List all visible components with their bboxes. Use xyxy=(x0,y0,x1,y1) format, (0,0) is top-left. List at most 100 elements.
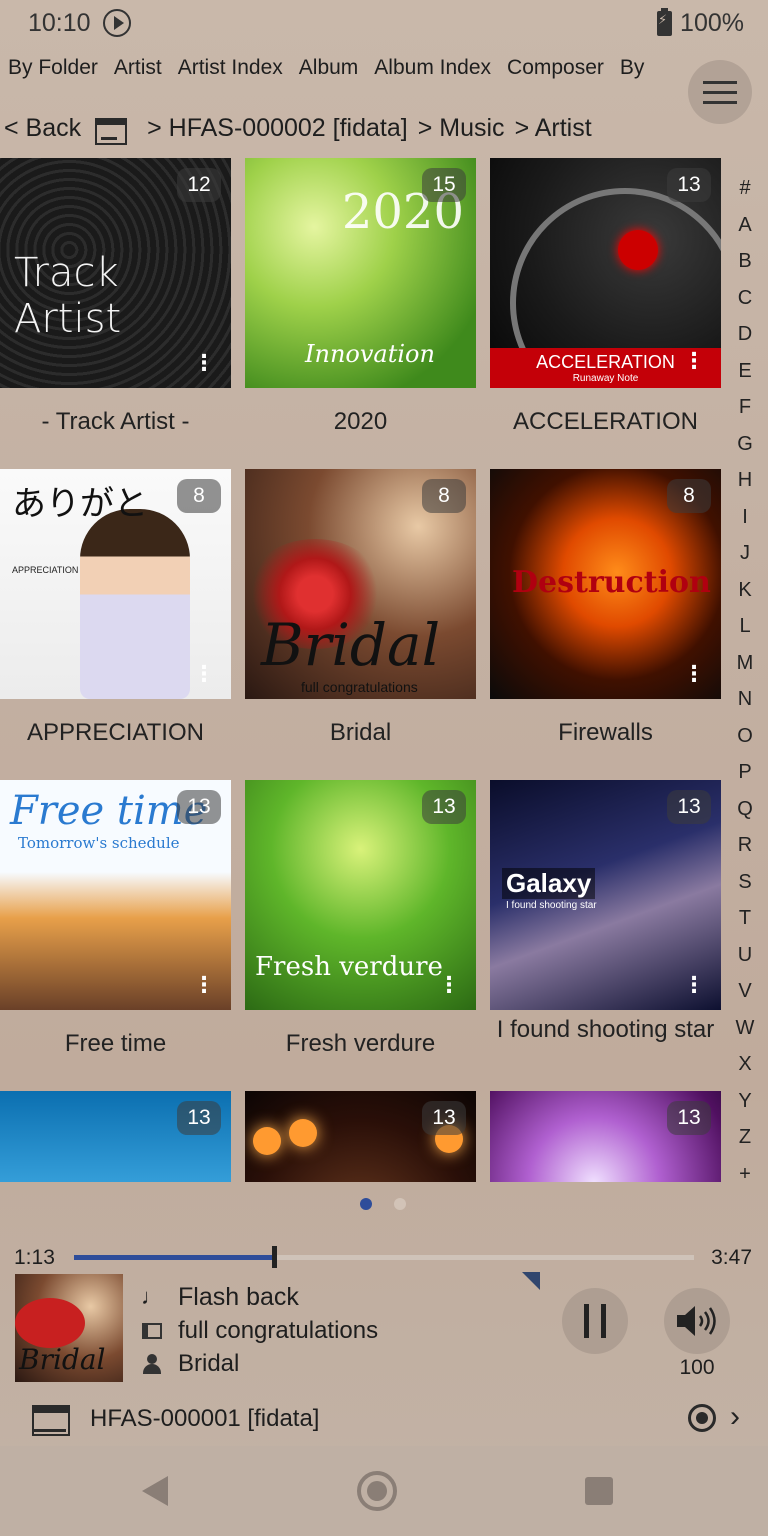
grid-item[interactable]: 13 xyxy=(245,1091,476,1182)
index-letter[interactable]: N xyxy=(738,681,752,718)
more-options-icon[interactable]: ⋮ xyxy=(193,663,215,685)
grid-item[interactable]: 2020 Innovation 15 2020 xyxy=(245,158,476,437)
menu-button[interactable] xyxy=(688,60,752,124)
tab-artist-index[interactable]: Artist Index xyxy=(178,56,283,94)
album-art[interactable]: Free time Tomorrow's schedule 13 ⋮ xyxy=(0,780,231,1010)
index-letter[interactable]: H xyxy=(738,462,752,499)
track-count-badge: 13 xyxy=(667,1101,711,1135)
more-options-icon[interactable]: ⋮ xyxy=(438,974,460,996)
index-letter[interactable]: K xyxy=(738,572,751,609)
breadcrumb-server[interactable]: > HFAS-000002 [fidata] xyxy=(147,114,408,143)
album-art[interactable]: 2020 Innovation 15 xyxy=(245,158,476,388)
more-options-icon[interactable]: ⋮ xyxy=(193,974,215,996)
track-count-badge: 13 xyxy=(177,790,221,824)
nav-back-icon[interactable] xyxy=(142,1476,168,1506)
page-indicator xyxy=(360,1198,406,1210)
index-letter[interactable]: D xyxy=(738,316,752,353)
album-art[interactable]: Destruction 8 ⋮ xyxy=(490,469,721,699)
index-letter[interactable]: J xyxy=(740,535,750,572)
album-art[interactable]: 13 xyxy=(490,1091,721,1182)
seek-thumb[interactable] xyxy=(272,1246,277,1268)
track-count-badge: 15 xyxy=(422,168,466,202)
grid-item-title: Free time xyxy=(64,1030,167,1057)
tab-artist[interactable]: Artist xyxy=(114,56,162,94)
grid-item[interactable]: Track Artist 12 ⋮ - Track Artist - xyxy=(0,158,231,437)
page-dot[interactable] xyxy=(360,1198,372,1210)
index-letter[interactable]: # xyxy=(739,170,750,207)
speaker-icon xyxy=(677,1306,716,1336)
track-count-badge: 8 xyxy=(177,479,221,513)
breadcrumb-music[interactable]: > Music xyxy=(418,114,505,143)
tab-by-folder[interactable]: By Folder xyxy=(8,56,98,94)
index-letter[interactable]: Z xyxy=(739,1119,751,1156)
tab-album[interactable]: Album xyxy=(299,56,359,94)
cast-icon[interactable] xyxy=(688,1404,716,1432)
index-letter[interactable]: M xyxy=(737,645,754,682)
nav-recents-icon[interactable] xyxy=(585,1477,613,1505)
back-button[interactable]: < Back xyxy=(4,114,81,143)
page-dot[interactable] xyxy=(394,1198,406,1210)
grid-item[interactable]: 13 xyxy=(0,1091,231,1182)
more-options-icon[interactable]: ⋮ xyxy=(683,663,705,685)
index-letter[interactable]: G xyxy=(737,426,753,463)
album-art[interactable]: ありがと APPRECIATION 8 ⋮ xyxy=(0,469,231,699)
art-subtext: full congratulations xyxy=(301,679,418,695)
index-letter[interactable]: P xyxy=(738,754,751,791)
album-art[interactable]: ACCELERATION Runaway Note 13 ⋮ xyxy=(490,158,721,388)
tab-composer[interactable]: Composer xyxy=(507,56,604,94)
grid-item[interactable]: ありがと APPRECIATION 8 ⋮ APPRECIATION xyxy=(0,469,231,748)
now-playing-info[interactable]: ♩ Flash back full congratulations Bridal xyxy=(141,1280,378,1380)
album-art[interactable]: Galaxy I found shooting star 13 ⋮ xyxy=(490,780,721,1010)
index-letter[interactable]: B xyxy=(738,243,751,280)
index-letter[interactable]: R xyxy=(738,827,752,864)
nav-home-icon[interactable] xyxy=(357,1471,397,1511)
more-options-icon[interactable]: ⋮ xyxy=(193,352,215,374)
grid-item[interactable]: Free time Tomorrow's schedule 13 ⋮ Free … xyxy=(0,780,231,1059)
grid-item-title: 2020 xyxy=(333,408,388,435)
output-device[interactable]: HFAS-000001 [fidata] xyxy=(0,1394,768,1444)
index-letter[interactable]: C xyxy=(738,280,752,317)
seek-bar[interactable] xyxy=(74,1246,694,1268)
track-title: Flash back xyxy=(178,1282,299,1311)
monitor-icon[interactable] xyxy=(95,116,128,145)
index-letter[interactable]: L xyxy=(739,608,750,645)
pause-button[interactable] xyxy=(562,1288,628,1354)
breadcrumb: < Back > HFAS-000002 [fidata] > Music > … xyxy=(4,108,602,148)
index-letter[interactable]: Q xyxy=(737,791,753,828)
art-text: Fresh verdure xyxy=(255,952,443,982)
grid-item[interactable]: ACCELERATION Runaway Note 13 ⋮ ACCELERAT… xyxy=(490,158,721,437)
index-letter[interactable]: Y xyxy=(738,1083,751,1120)
grid-item[interactable]: Galaxy I found shooting star 13 ⋮ I foun… xyxy=(490,780,721,1045)
index-letter[interactable]: S xyxy=(738,864,751,901)
grid-item[interactable]: Bridal full congratulations 8 Bridal xyxy=(245,469,476,748)
index-letter[interactable]: E xyxy=(738,353,751,390)
more-options-icon[interactable]: ⋮ xyxy=(683,350,705,372)
album-art[interactable]: Fresh verdure 13 ⋮ xyxy=(245,780,476,1010)
tab-album-index[interactable]: Album Index xyxy=(374,56,491,94)
art-subtext: I found shooting star xyxy=(506,900,597,911)
album-art[interactable]: 13 xyxy=(245,1091,476,1182)
album-art[interactable]: Track Artist 12 ⋮ xyxy=(0,158,231,388)
grid-item[interactable]: Destruction 8 ⋮ Firewalls xyxy=(490,469,721,748)
tab-by[interactable]: By xyxy=(620,56,645,94)
index-letter[interactable]: A xyxy=(738,207,751,244)
album-art[interactable]: Bridal full congratulations 8 xyxy=(245,469,476,699)
index-letter[interactable]: V xyxy=(738,973,751,1010)
art-text: ACCELERATION xyxy=(536,352,675,372)
index-letter[interactable]: I xyxy=(742,499,748,536)
index-letter[interactable]: F xyxy=(739,389,751,426)
index-letter[interactable]: T xyxy=(739,900,751,937)
chevron-right-icon[interactable]: › xyxy=(730,1402,740,1432)
volume-button[interactable] xyxy=(664,1288,730,1354)
grid-item[interactable]: 13 xyxy=(490,1091,721,1182)
album-art[interactable]: 13 xyxy=(0,1091,231,1182)
index-letter[interactable]: + xyxy=(739,1156,751,1193)
more-options-icon[interactable]: ⋮ xyxy=(683,974,705,996)
index-letter[interactable]: X xyxy=(738,1046,751,1083)
index-letter[interactable]: O xyxy=(737,718,753,755)
grid-item[interactable]: Fresh verdure 13 ⋮ Fresh verdure xyxy=(245,780,476,1059)
now-playing-art[interactable]: Bridal xyxy=(15,1274,123,1382)
index-letter[interactable]: W xyxy=(736,1010,755,1047)
hamburger-icon xyxy=(703,80,737,84)
index-letter[interactable]: U xyxy=(738,937,752,974)
